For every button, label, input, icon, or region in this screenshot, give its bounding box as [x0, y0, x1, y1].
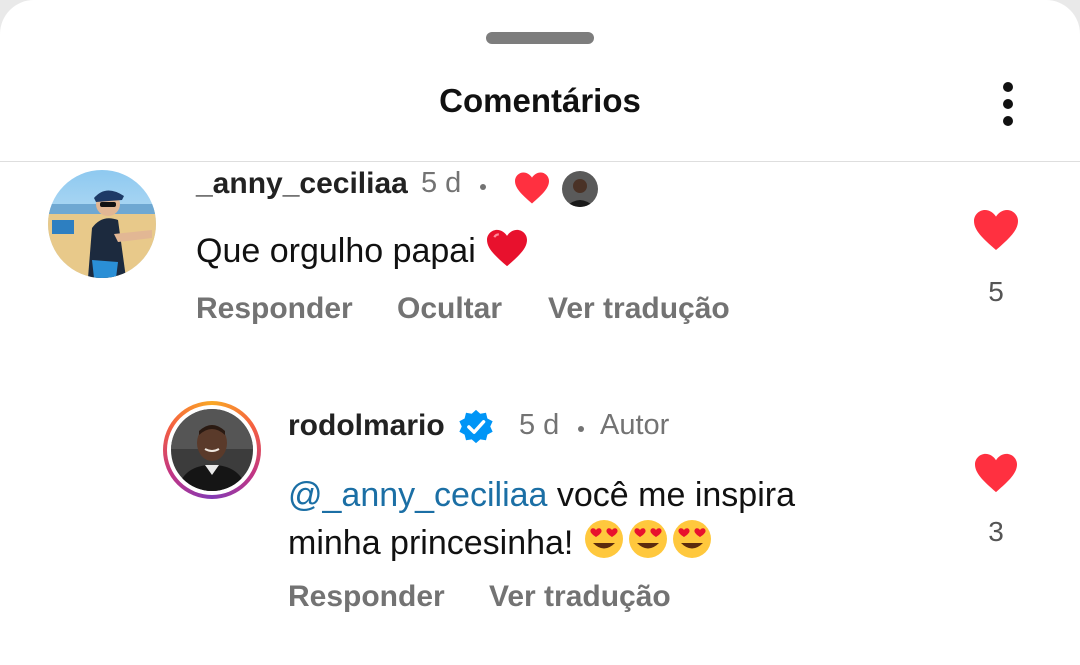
comment-text: Que orgulho papai	[196, 228, 529, 280]
comment-item: _anny_ceciliaa 5 d Que orgulho papai Res…	[0, 162, 1080, 362]
hide-button[interactable]: Ocultar	[397, 292, 502, 326]
comment-text-content: Que orgulho papai	[196, 232, 476, 270]
reply-button[interactable]: Responder	[288, 580, 445, 614]
reply-text-part: você me inspira	[547, 476, 795, 514]
user-mention-link[interactable]: @_anny_ceciliaa	[288, 476, 547, 514]
author-avatar-small	[562, 171, 598, 207]
reply-username[interactable]: rodolmario	[288, 409, 445, 443]
drag-handle[interactable]	[486, 32, 594, 44]
see-translation-button[interactable]: Ver tradução	[489, 580, 671, 614]
comment-timestamp: 5 d	[421, 167, 462, 199]
heart-eyes-emoji-icon	[583, 518, 715, 572]
reply-timestamp: 5 d	[519, 409, 560, 441]
story-ring[interactable]	[163, 401, 261, 499]
avatar[interactable]	[48, 170, 156, 278]
like-count: 5	[988, 276, 1004, 307]
author-badge: Autor	[600, 409, 670, 441]
verified-badge-icon	[457, 408, 495, 451]
avatar	[171, 409, 253, 491]
reply-button[interactable]: Responder	[196, 292, 353, 326]
reply-text-line-2: minha princesinha!	[288, 518, 715, 572]
like-count: 3	[988, 516, 1004, 547]
like-heart-icon[interactable]	[973, 452, 1019, 499]
red-heart-emoji-icon	[485, 228, 529, 280]
reply-text-line-1: @_anny_ceciliaa você me inspira	[288, 472, 795, 518]
see-translation-button[interactable]: Ver tradução	[548, 292, 730, 326]
reply-item: rodolmario 5 d Autor @_anny_ceciliaa voc…	[0, 400, 1080, 630]
meta-separator	[578, 426, 584, 432]
author-liked-heart-icon	[513, 171, 551, 210]
meta-separator	[480, 184, 486, 190]
sheet-title: Comentários	[439, 82, 641, 119]
comments-sheet: Comentários _anny_ceciliaa 5 d Que orgul…	[0, 0, 1080, 665]
like-heart-icon[interactable]	[972, 208, 1020, 257]
comment-username[interactable]: _anny_ceciliaa	[196, 167, 408, 201]
more-options-icon[interactable]	[990, 78, 1026, 130]
reply-text-part: minha princesinha!	[288, 524, 574, 562]
